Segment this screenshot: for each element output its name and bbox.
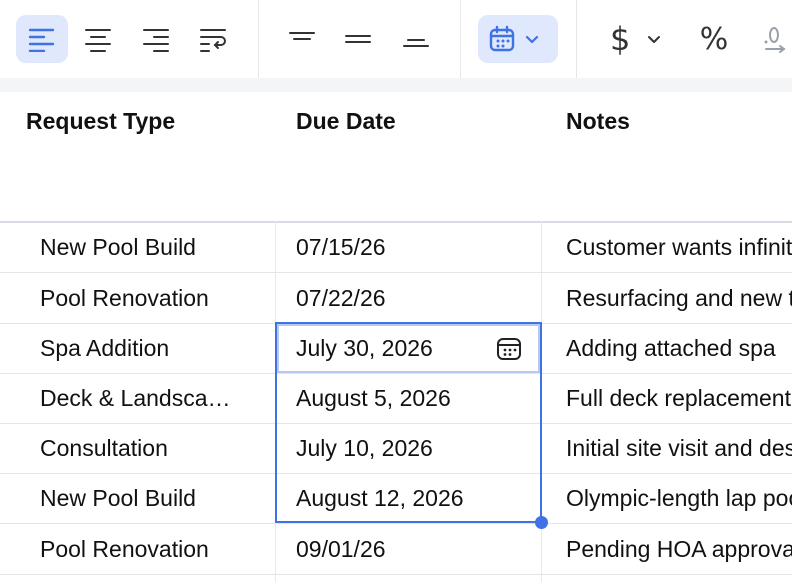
currency-format-dropdown[interactable]: $ — [598, 15, 678, 63]
request-type-cell[interactable]: New Pool Build — [40, 222, 245, 272]
valign-middle-icon — [345, 35, 371, 43]
valign-top-icon — [289, 32, 315, 40]
valign-bottom-icon — [403, 39, 429, 47]
calendar-icon[interactable] — [496, 335, 522, 361]
request-type-cell[interactable]: Spa Addition — [40, 323, 245, 373]
request-type-cell[interactable]: Consultation — [40, 423, 245, 473]
align-right-button[interactable] — [132, 15, 180, 63]
decimal-icon — [764, 27, 786, 53]
notes-cell[interactable]: Initial site visit and design — [566, 423, 792, 473]
toolbar-divider — [258, 0, 259, 78]
dollar-icon: $ — [610, 20, 631, 58]
due-date-cell[interactable]: 09/01/26 — [296, 524, 526, 574]
request-type-cell[interactable]: Pool Renovation — [40, 524, 245, 574]
due-date-cell[interactable]: July 30, 2026 — [296, 323, 526, 373]
percent-format-button[interactable]: % — [690, 15, 738, 63]
request-type-cell[interactable]: Pool Renovation — [40, 273, 245, 323]
decimal-format-button[interactable] — [756, 15, 792, 63]
table-header-row: Request Type Due Date Notes — [0, 92, 792, 223]
request-type-cell[interactable]: New Pool Build — [40, 473, 245, 523]
toolbar-bottom-band — [0, 78, 792, 92]
table-row: New Pool Build August 12, 2026 Olympic-l… — [0, 473, 792, 524]
percent-icon: % — [699, 21, 729, 57]
notes-cell[interactable]: Resurfacing and new tile — [566, 273, 792, 323]
notes-cell[interactable]: Customer wants infinity edge — [566, 222, 792, 272]
notes-cell[interactable]: Olympic-length lap pool — [566, 473, 792, 523]
table-row: Consultation July 10, 2026 Initial site … — [0, 423, 792, 474]
formatting-toolbar: $ % — [0, 0, 792, 78]
align-center-icon — [85, 29, 111, 52]
column-header-request-type[interactable]: Request Type — [26, 108, 175, 135]
table-row: Spa Addition July 30, 2026 Adding attach… — [0, 323, 792, 374]
table-row: New Pool Build 07/15/26 Customer wants i… — [0, 222, 792, 273]
request-type-cell[interactable]: Deck & Landscaping — [40, 373, 238, 423]
table-row: Pool Renovation 09/01/26 Pending HOA app… — [0, 524, 792, 575]
align-left-icon — [28, 28, 55, 52]
wrap-text-icon — [200, 29, 226, 52]
toolbar-divider — [460, 0, 461, 78]
table-row: Deck & Landscaping August 5, 2026 Full d… — [0, 373, 792, 424]
align-left-button[interactable] — [16, 15, 68, 63]
due-date-cell[interactable]: August 12, 2026 — [296, 473, 526, 523]
notes-cell[interactable]: Full deck replacement — [566, 373, 792, 423]
notes-cell[interactable]: Adding attached spa — [566, 323, 792, 373]
fill-handle[interactable] — [535, 516, 548, 529]
chevron-down-icon — [648, 36, 661, 43]
due-date-cell[interactable]: August 5, 2026 — [296, 373, 526, 423]
chevron-down-icon — [525, 35, 539, 44]
align-right-icon — [143, 29, 169, 52]
due-date-cell[interactable]: July 10, 2026 — [296, 423, 526, 473]
align-center-button[interactable] — [74, 15, 122, 63]
valign-middle-button[interactable] — [334, 15, 382, 63]
valign-bottom-button[interactable] — [392, 15, 440, 63]
column-header-due-date[interactable]: Due Date — [296, 108, 396, 135]
date-format-dropdown[interactable] — [478, 15, 558, 63]
toolbar-divider — [576, 0, 577, 78]
due-date-cell[interactable]: 07/15/26 — [296, 222, 526, 272]
valign-top-button[interactable] — [278, 15, 326, 63]
column-header-notes[interactable]: Notes — [566, 108, 630, 135]
notes-cell[interactable]: Pending HOA approval — [566, 524, 792, 574]
table-row: Pool Renovation 07/22/26 Resurfacing and… — [0, 273, 792, 324]
due-date-cell[interactable]: 07/22/26 — [296, 273, 526, 323]
wrap-text-button[interactable] — [190, 15, 238, 63]
calendar-icon — [489, 25, 515, 52]
